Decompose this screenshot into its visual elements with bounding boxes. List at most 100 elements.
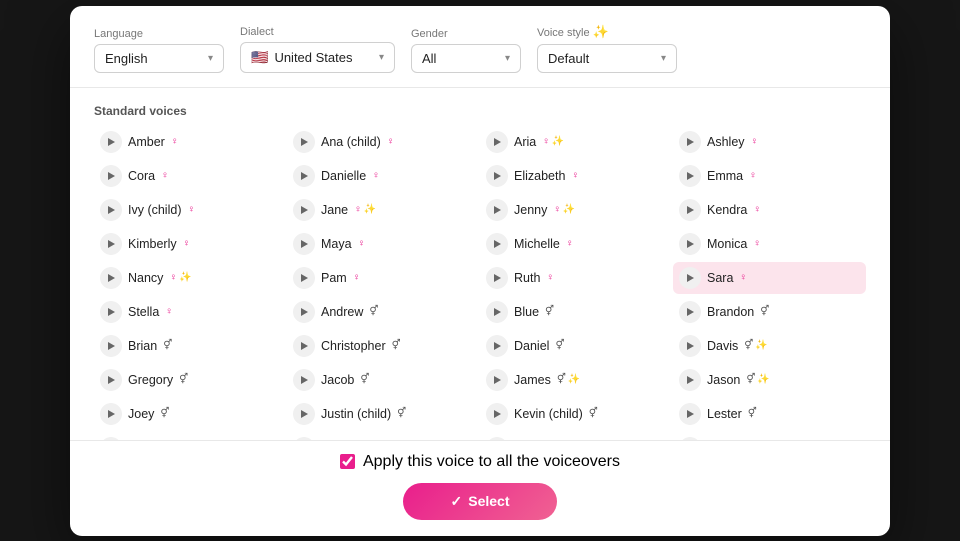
voice-item[interactable]: Elizabeth♀ <box>480 160 673 192</box>
voice-name: Andrew <box>321 305 363 319</box>
play-button[interactable] <box>100 233 122 255</box>
play-button[interactable] <box>486 165 508 187</box>
voice-name: Gregory <box>128 373 173 387</box>
voice-item[interactable]: Ashley♀ <box>673 126 866 158</box>
voice-item[interactable]: Davis⚥✨ <box>673 330 866 362</box>
play-button[interactable] <box>679 301 701 323</box>
voice-name: Amber <box>128 135 165 149</box>
voice-item[interactable]: Cora♀ <box>94 160 287 192</box>
play-button[interactable] <box>679 335 701 357</box>
play-button[interactable] <box>293 403 315 425</box>
voice-item[interactable]: Ivy (child)♀ <box>94 194 287 226</box>
voice-item[interactable]: Brian⚥ <box>94 330 287 362</box>
voice-item[interactable]: Matthew⚥✨ <box>94 432 287 440</box>
voice-style-star-icon: ✨ <box>593 24 609 39</box>
voice-item[interactable]: Lester⚥ <box>673 398 866 430</box>
play-button[interactable] <box>100 403 122 425</box>
play-button[interactable] <box>486 131 508 153</box>
female-icon: ♀ <box>753 204 761 215</box>
gender-select[interactable]: All ▾ <box>411 44 521 73</box>
play-button[interactable] <box>486 301 508 323</box>
voice-item[interactable]: Amber♀ <box>94 126 287 158</box>
voice-item[interactable]: Joey⚥ <box>94 398 287 430</box>
voice-item[interactable]: Jenny♀✨ <box>480 194 673 226</box>
play-button[interactable] <box>486 335 508 357</box>
male-icon: ⚥ <box>748 408 757 419</box>
play-button[interactable] <box>293 165 315 187</box>
play-button[interactable] <box>100 199 122 221</box>
apply-checkbox[interactable] <box>340 454 355 469</box>
dialect-select[interactable]: 🇺🇸 United States ▾ <box>240 42 395 73</box>
voice-grid: Amber♀Ana (child)♀Aria♀✨Ashley♀Cora♀Dani… <box>94 126 866 440</box>
voice-name: Ruth <box>514 271 540 285</box>
voice-item[interactable]: Danielle♀ <box>287 160 480 192</box>
dialect-chevron-icon: ▾ <box>379 52 384 63</box>
voice-item[interactable]: Kendra ♀ <box>673 194 866 226</box>
voice-item[interactable]: Roger⚥ <box>673 432 866 440</box>
play-button[interactable] <box>679 199 701 221</box>
play-button[interactable] <box>100 335 122 357</box>
play-button[interactable] <box>486 199 508 221</box>
voice-item[interactable]: Monica♀ <box>673 228 866 260</box>
play-button[interactable] <box>100 267 122 289</box>
male-icon: ⚥ <box>397 408 406 419</box>
voice-icons: ♀ <box>187 204 195 215</box>
play-button[interactable] <box>293 369 315 391</box>
voice-item[interactable]: Emma♀ <box>673 160 866 192</box>
voice-item[interactable]: Phil⚥ <box>287 432 480 440</box>
play-button[interactable] <box>100 131 122 153</box>
voice-item[interactable]: Pam♀ <box>287 262 480 294</box>
voice-item[interactable]: Stella♀ <box>94 296 287 328</box>
voice-icons: ♀✨ <box>553 204 575 215</box>
voice-item[interactable]: James⚥✨ <box>480 364 673 396</box>
voice-item[interactable]: Kevin (child)⚥ <box>480 398 673 430</box>
apply-checkbox-label[interactable]: Apply this voice to all the voiceovers <box>340 453 620 471</box>
play-button[interactable] <box>293 267 315 289</box>
voice-icons: ♀ <box>165 306 173 317</box>
language-select[interactable]: English ▾ <box>94 44 224 73</box>
voice-item[interactable]: Daniel⚥ <box>480 330 673 362</box>
play-button[interactable] <box>486 233 508 255</box>
play-button[interactable] <box>100 165 122 187</box>
play-button[interactable] <box>679 233 701 255</box>
voice-style-select[interactable]: Default ▾ <box>537 44 677 73</box>
voice-name: Kendra <box>707 203 747 217</box>
voice-item[interactable]: Rick⚥ <box>480 432 673 440</box>
voice-item[interactable]: Jason⚥✨ <box>673 364 866 396</box>
play-button[interactable] <box>100 301 122 323</box>
play-button[interactable] <box>293 131 315 153</box>
voice-item[interactable]: Jane♀✨ <box>287 194 480 226</box>
voice-icons: ♀ <box>753 204 761 215</box>
play-button[interactable] <box>293 301 315 323</box>
voice-item[interactable]: Ruth♀ <box>480 262 673 294</box>
play-button[interactable] <box>293 335 315 357</box>
voice-item[interactable]: Nancy♀✨ <box>94 262 287 294</box>
voice-item[interactable]: Sara♀ <box>673 262 866 294</box>
play-button[interactable] <box>486 403 508 425</box>
voice-item[interactable]: Gregory⚥ <box>94 364 287 396</box>
voice-item[interactable]: Ana (child)♀ <box>287 126 480 158</box>
voice-item[interactable]: Jacob⚥ <box>287 364 480 396</box>
select-button[interactable]: ✓ Select <box>403 483 558 520</box>
voice-item[interactable]: Michelle♀ <box>480 228 673 260</box>
play-button[interactable] <box>486 369 508 391</box>
play-button[interactable] <box>293 233 315 255</box>
play-button[interactable] <box>679 403 701 425</box>
female-icon: ♀ <box>749 170 757 181</box>
voice-item[interactable]: Justin (child)⚥ <box>287 398 480 430</box>
voice-item[interactable]: Aria♀✨ <box>480 126 673 158</box>
voice-item[interactable]: Maya♀ <box>287 228 480 260</box>
voice-item[interactable]: Christopher⚥ <box>287 330 480 362</box>
play-button[interactable] <box>679 165 701 187</box>
play-button[interactable] <box>486 267 508 289</box>
voice-item[interactable]: Blue⚥ <box>480 296 673 328</box>
voice-item[interactable]: Brandon⚥ <box>673 296 866 328</box>
play-button[interactable] <box>100 369 122 391</box>
play-button[interactable] <box>679 369 701 391</box>
play-button[interactable] <box>679 267 701 289</box>
voice-item[interactable]: Andrew⚥ <box>287 296 480 328</box>
play-button[interactable] <box>679 131 701 153</box>
play-button[interactable] <box>293 199 315 221</box>
modal-body: Standard voices Amber♀Ana (child)♀Aria♀✨… <box>70 88 890 440</box>
voice-item[interactable]: Kimberly♀ <box>94 228 287 260</box>
